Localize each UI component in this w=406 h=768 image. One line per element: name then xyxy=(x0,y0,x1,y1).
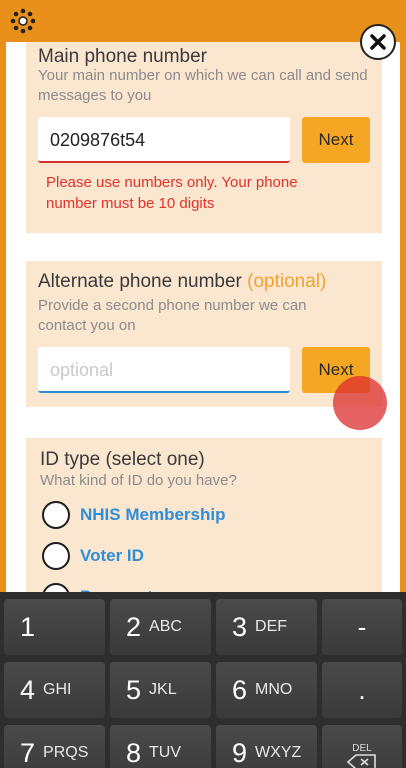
key-delete[interactable]: DEL xyxy=(322,725,402,768)
numeric-keyboard: 1 2 ABC 3 DEF - 4 GHI 5 JKL 6 MNO . 7 PR… xyxy=(0,592,406,768)
key-number: 1 xyxy=(20,611,36,642)
key-number: 9 xyxy=(232,737,248,768)
key-9[interactable]: 9 WXYZ xyxy=(216,725,317,768)
key-letters: GHI xyxy=(43,681,72,698)
id-option-label: NHIS Membership xyxy=(80,505,226,524)
alt-phone-title: Alternate phone number (optional) xyxy=(38,271,326,293)
radio-button[interactable] xyxy=(42,501,70,529)
id-option-voter[interactable]: Voter ID xyxy=(42,542,144,570)
key-number: 2 xyxy=(126,611,142,642)
touch-ripple xyxy=(333,376,387,430)
id-option-nhis[interactable]: NHIS Membership xyxy=(42,501,225,529)
main-phone-card: Main phone number Your main number on wh… xyxy=(26,42,382,233)
key-number: - xyxy=(357,611,367,642)
main-phone-subtitle: Your main number on which we can call an… xyxy=(38,67,368,104)
key-number: 7 xyxy=(20,737,36,768)
key-number: 5 xyxy=(126,674,142,705)
key-letters: ABC xyxy=(149,618,182,635)
key-number: 3 xyxy=(232,611,248,642)
close-icon xyxy=(370,34,386,50)
key-number: 8 xyxy=(126,737,142,768)
form-sheet: Main phone number Your main number on wh… xyxy=(6,42,400,602)
main-phone-value: 0209876t54 xyxy=(50,130,146,150)
backspace-icon xyxy=(347,753,376,768)
key-letters: WXYZ xyxy=(255,744,302,761)
key-letters: PRQS xyxy=(43,744,89,761)
key-8[interactable]: 8 TUV xyxy=(110,725,211,768)
main-phone-error: Please use numbers only. Your phone numb… xyxy=(46,174,298,212)
key-letters: DEF xyxy=(255,618,288,635)
key-7[interactable]: 7 PRQS xyxy=(4,725,105,768)
id-type-card: ID type (select one) What kind of ID do … xyxy=(26,438,382,602)
main-phone-next-button[interactable]: Next xyxy=(302,117,370,163)
main-phone-title: Main phone number xyxy=(38,46,207,67)
key-5[interactable]: 5 JKL xyxy=(110,662,211,718)
sun-gear-icon[interactable] xyxy=(10,8,36,34)
radio-button[interactable] xyxy=(42,542,70,570)
id-type-subtitle: What kind of ID do you have? xyxy=(40,472,237,489)
alt-phone-optional-tag: (optional) xyxy=(247,271,327,292)
id-option-label: Voter ID xyxy=(80,546,144,565)
alt-phone-title-text: Alternate phone number xyxy=(38,271,242,292)
key-number: 4 xyxy=(20,674,36,705)
key-dash[interactable]: - xyxy=(322,599,402,655)
key-6[interactable]: 6 MNO xyxy=(216,662,317,718)
close-button[interactable] xyxy=(360,24,396,60)
key-4[interactable]: 4 GHI xyxy=(4,662,105,718)
key-letters: JKL xyxy=(149,681,177,698)
key-1[interactable]: 1 xyxy=(4,599,105,655)
key-number: . xyxy=(358,674,366,705)
key-3[interactable]: 3 DEF xyxy=(216,599,317,655)
main-phone-input[interactable]: 0209876t54 xyxy=(38,117,290,163)
key-dot[interactable]: . xyxy=(322,662,402,718)
alt-phone-placeholder: optional xyxy=(50,360,114,380)
alt-phone-subtitle: Provide a second phone number we can con… xyxy=(38,297,307,334)
alt-phone-card: Alternate phone number (optional) Provid… xyxy=(26,261,382,407)
alt-phone-input[interactable]: optional xyxy=(38,347,290,393)
key-2[interactable]: 2 ABC xyxy=(110,599,211,655)
delete-label: DEL xyxy=(352,742,372,754)
id-type-title: ID type (select one) xyxy=(40,449,205,470)
key-letters: TUV xyxy=(149,744,182,761)
key-letters: MNO xyxy=(255,681,293,698)
key-number: 6 xyxy=(232,674,248,705)
top-bar xyxy=(0,0,406,42)
